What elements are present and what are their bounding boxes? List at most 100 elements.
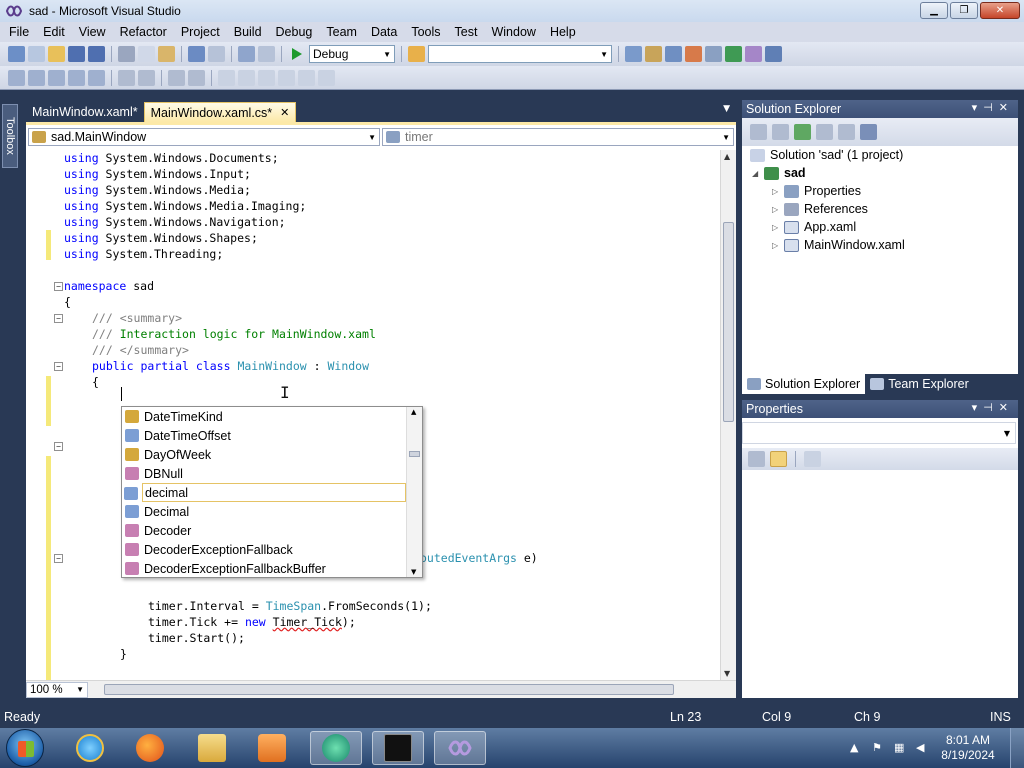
object-select[interactable]: ▼ xyxy=(742,422,1016,444)
scrollbar-thumb[interactable] xyxy=(723,222,734,422)
save-all-icon[interactable] xyxy=(88,46,105,62)
navigate-forward-icon[interactable] xyxy=(258,46,275,62)
paste-icon[interactable] xyxy=(158,46,175,62)
menu-project[interactable]: Project xyxy=(174,25,227,39)
close-button[interactable]: ✕ xyxy=(980,2,1020,19)
expanded-arrow-icon[interactable]: ◢ xyxy=(752,169,764,178)
popup-scrollbar-thumb[interactable] xyxy=(409,451,420,457)
completion-item[interactable]: DateTimeOffset xyxy=(122,426,406,445)
alphabetical-icon[interactable] xyxy=(770,451,787,467)
new-project-icon[interactable] xyxy=(8,46,25,62)
refresh-icon[interactable] xyxy=(794,124,811,140)
object-browser-icon[interactable] xyxy=(665,46,682,62)
tree-item-mainwindow-xaml[interactable]: ▷ MainWindow.xaml xyxy=(772,236,905,254)
menu-test[interactable]: Test xyxy=(448,25,485,39)
completion-item[interactable]: DecoderExceptionFallbackBuffer xyxy=(122,559,406,578)
tree-item-app-xaml[interactable]: ▷ App.xaml xyxy=(772,218,856,236)
collapsed-arrow-icon[interactable]: ▷ xyxy=(772,187,784,196)
save-icon[interactable] xyxy=(68,46,85,62)
show-all-files-icon[interactable] xyxy=(772,124,789,140)
panel-window-controls[interactable]: ▾⊣✕ xyxy=(972,401,1014,414)
command-window-icon[interactable] xyxy=(765,46,782,62)
menu-tools[interactable]: Tools xyxy=(404,25,447,39)
completion-item[interactable]: DateTimeKind xyxy=(122,407,406,426)
taskbar-file-explorer[interactable] xyxy=(186,731,238,765)
collapse-toggle[interactable]: − xyxy=(54,282,63,291)
property-pages-icon[interactable] xyxy=(804,451,821,467)
collapsed-arrow-icon[interactable]: ▷ xyxy=(772,205,784,214)
menu-help[interactable]: Help xyxy=(543,25,583,39)
find-in-files-icon[interactable] xyxy=(408,46,425,62)
comment-lines-icon[interactable] xyxy=(168,69,185,86)
network-icon[interactable]: ▦ xyxy=(894,741,908,755)
show-desktop-button[interactable] xyxy=(1010,728,1024,768)
taskbar-internet-explorer[interactable] xyxy=(64,731,116,765)
clock[interactable]: 8:01 AM 8/19/2024 xyxy=(938,733,998,763)
find-combo[interactable]: ▼ xyxy=(428,45,612,63)
taskbar-command-prompt[interactable] xyxy=(372,731,424,765)
start-debugging-icon[interactable] xyxy=(292,48,302,60)
solution-configuration-select[interactable]: Debug ▼ xyxy=(309,45,395,63)
show-hidden-icons-icon[interactable]: ▲ xyxy=(850,741,864,755)
scroll-up-icon[interactable]: ▲ xyxy=(411,408,416,416)
categorized-icon[interactable] xyxy=(748,451,765,467)
add-item-icon[interactable] xyxy=(28,46,45,62)
active-files-dropdown-icon[interactable]: ▼ xyxy=(723,104,730,114)
navigate-backward-icon[interactable] xyxy=(238,46,255,62)
type-dropdown[interactable]: sad.MainWindow ▼ xyxy=(28,128,380,146)
previous-bookmark-icon[interactable] xyxy=(238,69,255,86)
completion-item[interactable]: DBNull xyxy=(122,464,406,483)
horizontal-scrollbar-thumb[interactable] xyxy=(104,684,674,695)
taskbar-visual-studio[interactable] xyxy=(434,731,486,765)
previous-bookmark-folder-icon[interactable] xyxy=(278,69,295,86)
tools-icon[interactable] xyxy=(705,46,722,62)
toolbox-tab[interactable]: Toolbox xyxy=(2,104,18,168)
action-center-flag-icon[interactable]: ⚑ xyxy=(872,741,886,755)
minimize-button[interactable]: ▁ xyxy=(920,2,948,19)
parameter-info-icon[interactable] xyxy=(28,69,45,86)
complete-word-icon[interactable] xyxy=(68,69,85,86)
tree-item-solution[interactable]: Solution 'sad' (1 project) xyxy=(750,146,903,164)
next-bookmark-folder-icon[interactable] xyxy=(298,69,315,86)
collapse-toggle[interactable]: − xyxy=(54,362,63,371)
vertical-scrollbar[interactable]: ▲ ▼ xyxy=(720,150,736,680)
collapse-toggle[interactable]: − xyxy=(54,314,63,323)
close-tab-icon[interactable]: ✕ xyxy=(280,106,289,119)
open-file-icon[interactable] xyxy=(48,46,65,62)
undo-icon[interactable] xyxy=(188,46,205,62)
uncomment-lines-icon[interactable] xyxy=(188,69,205,86)
next-bookmark-icon[interactable] xyxy=(258,69,275,86)
view-class-diagram-icon[interactable] xyxy=(860,124,877,140)
zoom-select[interactable]: 100 % ▼ xyxy=(26,681,88,698)
menu-view[interactable]: View xyxy=(72,25,113,39)
clear-bookmarks-icon[interactable] xyxy=(318,69,335,86)
copy-icon[interactable] xyxy=(138,46,155,62)
collapse-toggle[interactable]: − xyxy=(54,554,63,563)
quick-info-icon[interactable] xyxy=(48,69,65,86)
menu-refactor[interactable]: Refactor xyxy=(113,25,174,39)
completion-item[interactable]: Decoder xyxy=(122,521,406,540)
menu-team[interactable]: Team xyxy=(319,25,364,39)
extension-manager-icon[interactable] xyxy=(745,46,762,62)
tree-item-references[interactable]: ▷ References xyxy=(772,200,868,218)
menu-file[interactable]: File xyxy=(2,25,36,39)
collapsed-arrow-icon[interactable]: ▷ xyxy=(772,241,784,250)
tree-item-project[interactable]: ◢ sad xyxy=(752,164,806,182)
scroll-down-icon[interactable]: ▼ xyxy=(724,669,730,678)
collapsed-arrow-icon[interactable]: ▷ xyxy=(772,223,784,232)
scroll-down-icon[interactable]: ▼ xyxy=(411,568,416,576)
start-page-icon[interactable] xyxy=(725,46,742,62)
scroll-up-icon[interactable]: ▲ xyxy=(724,152,730,161)
decrease-indent-icon[interactable] xyxy=(118,69,135,86)
toggle-completion-icon[interactable] xyxy=(88,69,105,86)
taskbar-app[interactable] xyxy=(310,731,362,765)
menu-edit[interactable]: Edit xyxy=(36,25,72,39)
view-designer-icon[interactable] xyxy=(838,124,855,140)
volume-muted-icon[interactable]: ◀ xyxy=(916,741,930,755)
tree-item-properties[interactable]: ▷ Properties xyxy=(772,182,861,200)
redo-icon[interactable] xyxy=(208,46,225,62)
completion-item[interactable]: DayOfWeek xyxy=(122,445,406,464)
tab-solution-explorer[interactable]: Solution Explorer xyxy=(742,374,866,394)
start-button[interactable] xyxy=(6,729,44,767)
tab-mainwindow-xaml[interactable]: MainWindow.xaml* xyxy=(26,102,144,122)
